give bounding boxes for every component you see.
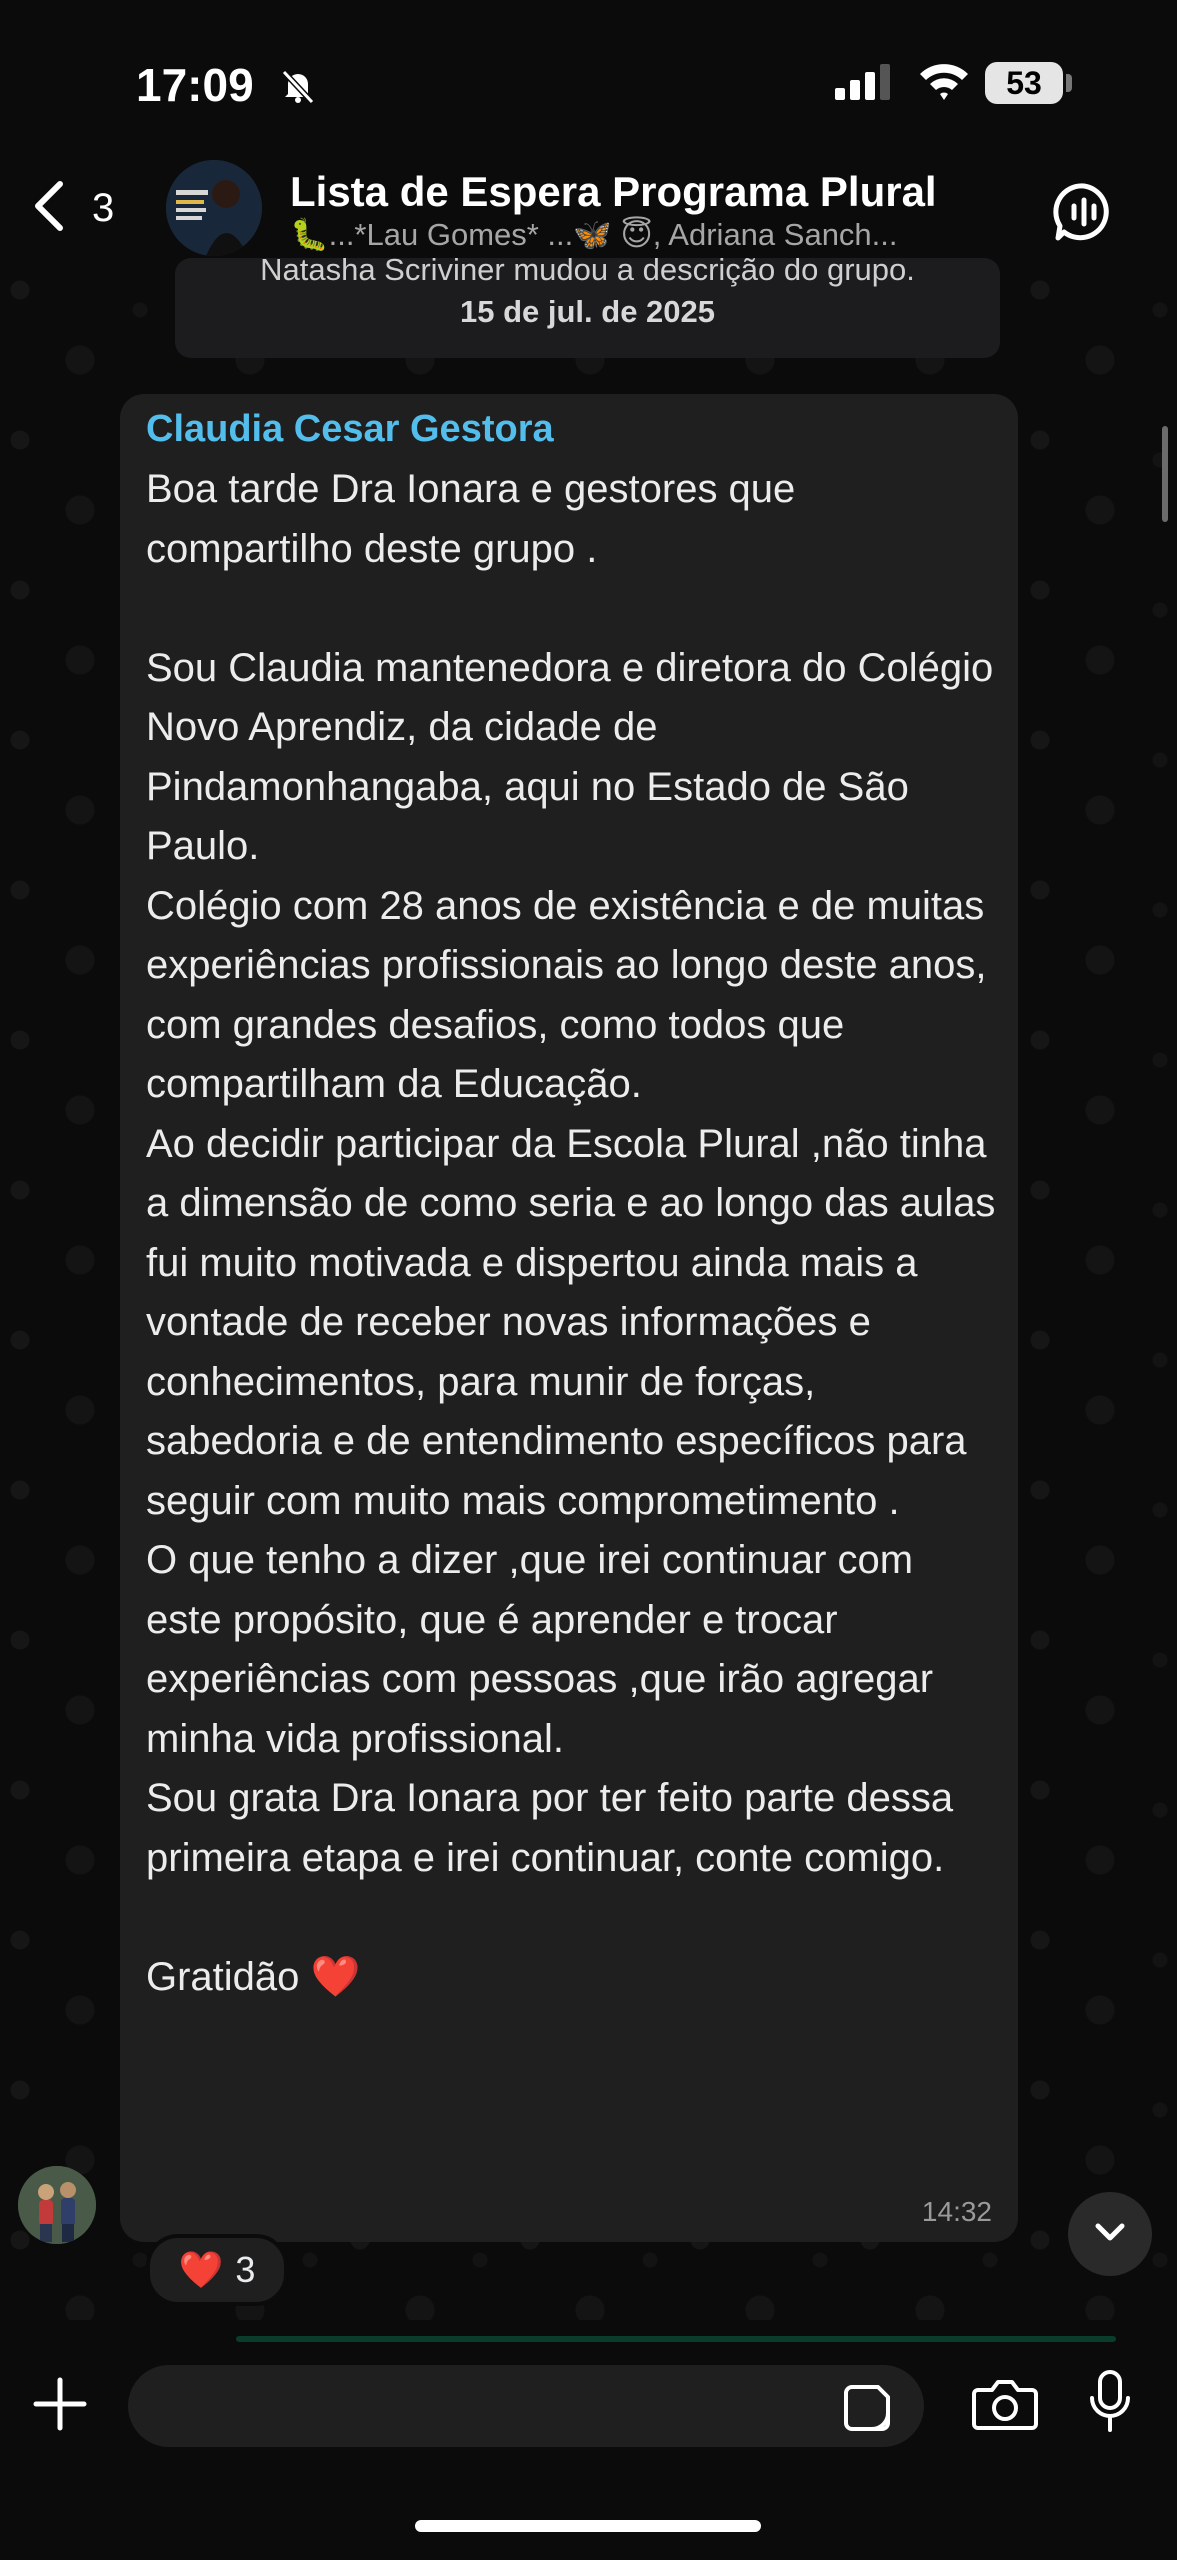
reaction-badge[interactable]: ❤️ 3 [146,2234,288,2306]
sender-name[interactable]: Claudia Cesar Gestora [146,408,554,451]
cellular-signal-icon [835,62,895,107]
system-message: Natasha Scriviner mudou a descrição do g… [175,258,1000,358]
unread-count[interactable]: 3 [92,186,114,231]
voice-chat-icon[interactable] [1052,180,1116,249]
chat-title[interactable]: Lista de Espera Programa Plural [290,168,937,216]
sticker-icon[interactable] [842,2383,892,2438]
message-text: Boa tarde Dra Ionara e gestores que comp… [146,467,996,1999]
camera-icon[interactable] [972,2376,1038,2437]
group-avatar[interactable] [166,160,262,256]
date-separator: 15 de jul. de 2025 [459,294,716,329]
wifi-icon [918,60,970,109]
microphone-icon[interactable] [1086,2370,1134,2441]
chat-members[interactable]: 🐛...*Lau Gomes* ...🦋 😇, Adriana Sanch... [290,216,898,253]
heart-reaction-emoji: ❤️ [178,2249,224,2290]
scrollbar-thumb[interactable] [1162,426,1168,522]
message-bubble[interactable]: Claudia Cesar Gestora Boa tarde Dra Iona… [120,394,1018,2242]
bell-slash-icon [278,66,318,111]
status-time: 17:09 [136,59,254,111]
battery-indicator: 53 [985,62,1063,104]
home-indicator[interactable] [415,2520,761,2532]
system-event-text: Natasha Scriviner mudou a descrição do g… [260,258,915,287]
plus-icon[interactable] [32,2376,88,2437]
composer-accent-line [236,2336,1116,2342]
message-time: 14:32 [921,2196,992,2227]
scroll-to-bottom-button[interactable] [1068,2192,1152,2276]
chevron-down-icon [1090,2212,1130,2257]
status-bar: 17:09 53 [0,0,1177,160]
message-input[interactable] [128,2365,924,2447]
battery-tip [1066,74,1072,92]
reaction-count: 3 [235,2249,256,2290]
sender-avatar[interactable] [18,2166,96,2244]
back-chevron-icon[interactable] [30,178,70,239]
